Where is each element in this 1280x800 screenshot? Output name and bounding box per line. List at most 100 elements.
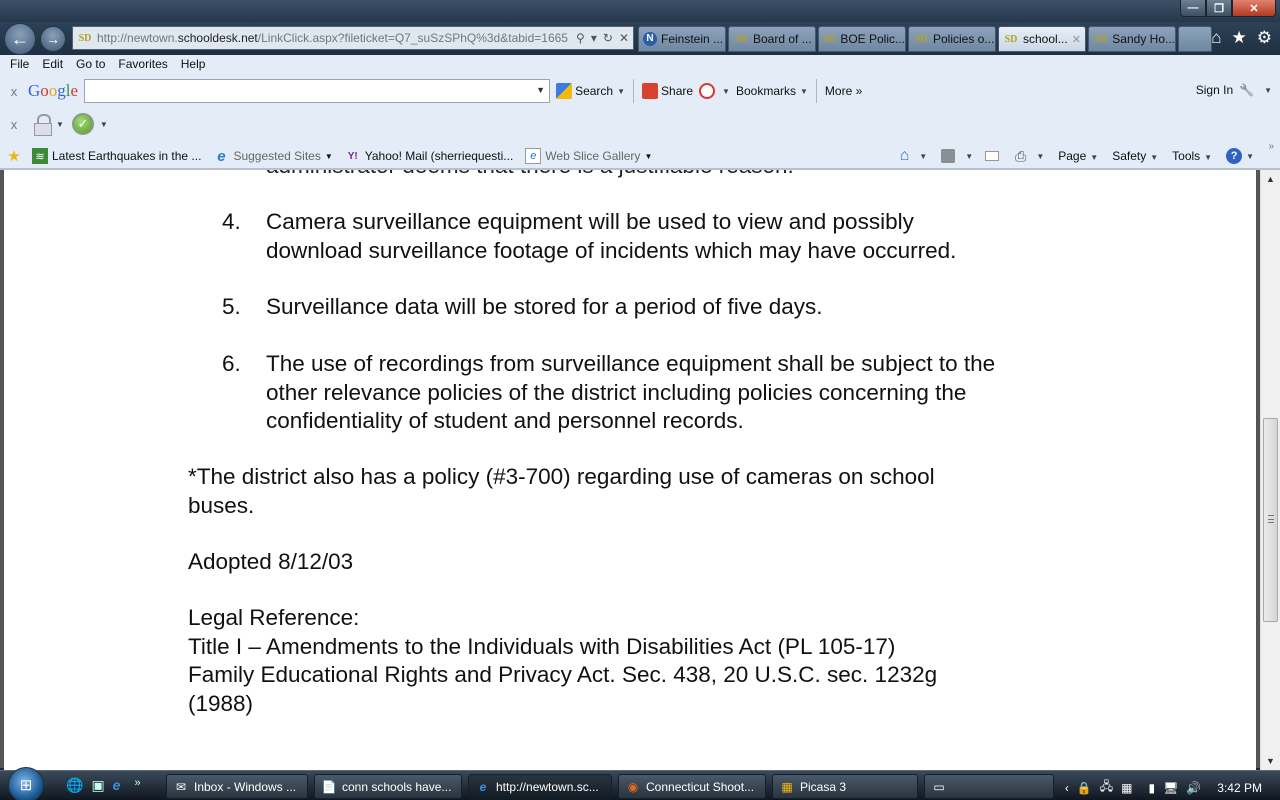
google-plus-icon [642,83,659,99]
google-search-button[interactable]: Search ▼ [556,83,625,99]
mail-icon[interactable] [985,151,1000,161]
clock[interactable]: 3:42 PM [1217,781,1262,795]
add-favorite-button[interactable]: ★ [6,148,26,165]
wrench-icon[interactable]: 🔧 [1239,83,1254,97]
restore-button[interactable]: ❐ [1206,0,1232,17]
search-icon[interactable]: ⚲ [576,31,585,45]
google-search-input[interactable]: ▼ [84,79,551,103]
menu-goto[interactable]: Go to [66,55,105,73]
minimize-button[interactable]: — [1180,0,1206,17]
taskbar-button[interactable]: ▭ [924,774,1054,799]
legal-heading: Legal Reference: [188,605,360,630]
sign-in-link[interactable]: Sign In [1196,83,1233,97]
legal-reference: Legal Reference: Title I – Amendments to… [188,604,1028,718]
taskbar-button[interactable]: ◉ Connecticut Shoot... [618,774,766,799]
chevron-down-icon[interactable]: ▼ [1036,152,1044,161]
chevron-down-icon[interactable]: ▼ [56,120,64,129]
google-logo: Google [28,81,79,100]
rss-feed-icon[interactable] [941,149,956,163]
sign-in-area: Sign In 🔧 ▼ [1196,83,1272,97]
home-icon[interactable]: ⌂ [900,147,910,165]
tools-menu[interactable]: Tools ▼ [1172,149,1212,163]
menu-help[interactable]: Help [171,55,206,73]
more-button[interactable]: More » [825,84,862,98]
gear-icon[interactable]: ⚙ [1257,28,1272,48]
favorite-link[interactable]: Y! Yahoo! Mail (sherriequesti... [345,148,514,164]
blocker-button[interactable]: ▼ [699,83,730,99]
taskbar-button-active[interactable]: e http://newtown.sc... [468,774,612,799]
list-text: The use of recordings from surveillance … [266,351,996,433]
scroll-up-arrow-icon[interactable]: ▲ [1266,174,1275,184]
scroll-down-arrow-icon[interactable]: ▼ [1266,756,1275,766]
vertical-scrollbar[interactable]: ▲ ▼ [1260,170,1280,770]
favorites-bar: ★ ≋ Latest Earthquakes in the ... e Sugges… [0,141,1280,169]
dropdown-icon[interactable]: ▾ [591,31,597,45]
volume-icon[interactable]: 🔊 [1186,781,1201,795]
tab-close-icon[interactable]: ✕ [1072,33,1081,46]
lock-icon[interactable] [34,114,52,136]
google-search-icon [556,83,573,99]
url-text[interactable]: http://newtown.schooldesk.net/LinkClick.… [97,31,576,45]
show-desktop-icon[interactable]: ▣ [91,777,104,794]
new-tab-button[interactable] [1178,26,1212,52]
ie-icon: e [217,147,226,165]
chevron-down-icon[interactable]: ▼ [536,85,545,95]
address-bar[interactable]: SD http://newtown.schooldesk.net/LinkCli… [72,26,634,50]
tab[interactable]: N Feinstein ... [638,26,726,52]
taskbar-button[interactable]: ✉ Inbox - Windows ... [166,774,308,799]
ie-icon[interactable]: e [113,777,121,794]
menu-edit[interactable]: Edit [32,55,63,73]
favorite-link[interactable]: ≋ Latest Earthquakes in the ... [32,148,201,164]
tab[interactable]: SD Policies o... [908,26,996,52]
tray-expand-icon[interactable]: ‹ [1065,781,1069,795]
app-tray-icon[interactable]: ▦ [1121,781,1132,795]
chevron-down-icon[interactable]: ▼ [100,120,108,129]
bus-camera-note: *The district also has a policy (#3-700)… [188,464,935,518]
tab[interactable]: SD Sandy Ho... [1088,26,1176,52]
checkmark-icon[interactable]: ✓ [71,113,94,135]
network-icon[interactable]: 🌐 [66,777,83,794]
scrollbar-thumb[interactable] [1263,418,1278,622]
chevron-down-icon[interactable]: ▼ [965,152,973,161]
refresh-icon[interactable]: ↻ [603,31,613,45]
toolbar-overflow-icon[interactable]: » [1268,141,1274,152]
network-share-icon[interactable]: 🖧 [1100,777,1113,798]
favorite-label: Latest Earthquakes in the ... [52,149,202,163]
help-menu[interactable]: ? ▼ [1226,148,1254,164]
taskbar-button[interactable]: ▦ Picasa 3 [772,774,918,799]
command-bar: ⌂ ▼ ▼ ⎙ ▼ Page ▼ Safety ▼ Tools ▼ ? ▼ [900,143,1254,169]
close-toolbar-icon[interactable]: x [0,117,28,132]
home-icon[interactable]: ⌂ [1211,28,1221,48]
chevron-down-icon[interactable]: ▼ [919,152,927,161]
tab[interactable]: SD Board of ... [728,26,816,52]
bookmarks-button[interactable]: Bookmarks ▼ [736,84,808,98]
menu-favorites[interactable]: Favorites [108,55,167,73]
battery-icon[interactable]: ▮ [1149,781,1156,795]
favorite-link[interactable]: e Web Slice Gallery ▼ [525,148,652,164]
forward-button[interactable]: → [40,26,66,52]
network-status-icon[interactable]: 🖥 [1163,781,1178,795]
start-button[interactable]: ⊞ [8,767,44,800]
addon-toolbar: x ▼ ✓ ▼ [0,111,108,137]
menu-file[interactable]: File [0,55,29,73]
back-button[interactable]: ← [4,23,36,55]
overflow-icon[interactable]: » [134,777,140,794]
safety-menu[interactable]: Safety ▼ [1112,149,1158,163]
security-icon[interactable]: 🔒 [1077,781,1092,795]
share-button[interactable]: Share [642,83,693,99]
print-icon[interactable]: ⎙ [1015,148,1026,165]
document-page: administrator deems that there is a just… [4,170,1256,770]
tab-label: Sandy Ho... [1112,32,1175,46]
close-window-button[interactable]: ✕ [1232,0,1276,17]
page-menu[interactable]: Page ▼ [1058,149,1098,163]
taskbar-button[interactable]: 📄 conn schools have... [314,774,462,799]
close-toolbar-icon[interactable]: x [0,84,28,99]
tab-favicon-icon: SD [1094,33,1108,45]
chevron-down-icon[interactable]: ▼ [1264,86,1272,95]
favorites-star-icon[interactable]: ★ [1232,28,1247,48]
favorite-link[interactable]: e Suggested Sites ▼ [213,147,333,165]
url-prefix: http://newtown. [97,31,178,45]
stop-icon[interactable]: ✕ [619,31,629,45]
tab-active[interactable]: SD school... ✕ [998,26,1086,52]
tab[interactable]: SD BOE Polic... [818,26,906,52]
